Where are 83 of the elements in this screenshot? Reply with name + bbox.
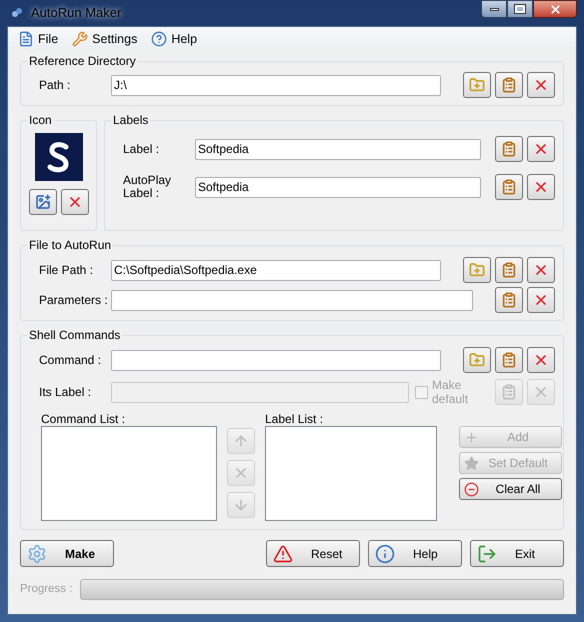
minimize-button[interactable] <box>481 0 507 18</box>
help-button[interactable]: Help <box>368 540 462 567</box>
clipboard-icon <box>501 384 517 400</box>
browse-button[interactable] <box>463 257 491 283</box>
paste-button[interactable] <box>495 136 523 162</box>
exit-door-icon <box>477 544 497 564</box>
paste-button[interactable] <box>495 72 523 98</box>
clear-button[interactable] <box>527 174 555 200</box>
clear-button[interactable] <box>527 72 555 98</box>
close-button[interactable] <box>533 0 577 18</box>
app-logo-icon <box>11 7 23 19</box>
list-label: Command List : <box>41 411 126 426</box>
field-label: AutoPlay Label : <box>122 174 172 200</box>
label-list[interactable] <box>265 426 437 521</box>
menu-item[interactable]: Settings <box>72 30 138 48</box>
close-icon <box>533 384 549 400</box>
text-field[interactable] <box>111 290 473 310</box>
paste-button[interactable] <box>495 257 523 283</box>
clipboard-icon <box>501 292 517 308</box>
close-icon <box>233 465 249 481</box>
clipboard-icon <box>501 262 517 278</box>
paste-button[interactable] <box>495 174 523 200</box>
clear-button[interactable] <box>527 136 555 162</box>
text-field[interactable]: Softpedia <box>195 176 481 198</box>
command-list[interactable] <box>41 426 217 521</box>
info-icon <box>375 544 395 564</box>
close-icon <box>533 141 549 157</box>
list-label: Label List : <box>265 411 324 426</box>
image-plus-icon <box>34 194 50 210</box>
pick-icon-button[interactable] <box>28 189 56 215</box>
folder-plus-icon <box>469 262 485 278</box>
exit-button[interactable]: Exit <box>470 540 564 567</box>
clear-button[interactable] <box>60 189 88 215</box>
folder-plus-icon <box>469 77 485 93</box>
close-icon <box>533 352 549 368</box>
reset-button[interactable]: Reset <box>266 540 360 567</box>
close-icon <box>548 2 562 16</box>
make-button[interactable]: Make <box>20 540 114 567</box>
close-icon <box>533 179 549 195</box>
help-icon <box>151 31 168 47</box>
close-icon <box>533 77 549 93</box>
clipboard-icon <box>501 77 517 93</box>
arrow-up-icon <box>233 433 249 449</box>
paste-button[interactable] <box>495 347 523 373</box>
clipboard-icon <box>501 141 517 157</box>
menu-item[interactable]: Help <box>151 30 198 48</box>
menu-item[interactable]: File <box>18 30 58 48</box>
app-icon-preview <box>34 133 82 181</box>
clear-button[interactable] <box>527 287 555 313</box>
wrench-icon <box>72 31 88 47</box>
field-label: File Path : <box>38 264 94 276</box>
folder-plus-icon <box>469 352 485 368</box>
field-label: Parameters : <box>38 294 109 306</box>
clipboard-icon <box>501 179 517 195</box>
document-icon <box>18 31 34 47</box>
text-field[interactable] <box>111 350 441 370</box>
gear-icon <box>27 544 47 564</box>
field-label: Its Label : <box>38 386 92 398</box>
maximize-button[interactable] <box>507 0 533 18</box>
text-field[interactable]: J:\ <box>111 74 441 96</box>
browse-button[interactable] <box>463 72 491 98</box>
progress-label: Progress : <box>20 582 72 597</box>
warning-icon <box>273 544 293 564</box>
minus-circle-icon <box>464 482 479 496</box>
text-field[interactable]: C:\Softpedia\Softpedia.exe <box>111 260 441 280</box>
arrow-down-icon <box>233 497 249 513</box>
field-label: Command : <box>38 354 102 366</box>
checkbox-label: Make default <box>432 378 470 406</box>
clipboard-icon <box>501 352 517 368</box>
clear-all-button[interactable]: Clear All <box>459 478 562 500</box>
star-icon <box>464 456 479 470</box>
field-label: Label : <box>122 142 160 156</box>
close-icon <box>533 262 549 278</box>
clear-button[interactable] <box>527 257 555 283</box>
field-label: Path : <box>38 78 72 92</box>
plus-icon <box>464 430 479 444</box>
window-title: AutoRun Maker <box>31 4 122 22</box>
close-icon <box>533 292 549 308</box>
text-field[interactable]: Softpedia <box>195 138 481 160</box>
clear-button[interactable] <box>527 347 555 373</box>
browse-button[interactable] <box>463 347 491 373</box>
group-title: Reference Directory <box>27 53 138 69</box>
paste-button[interactable] <box>495 287 523 313</box>
